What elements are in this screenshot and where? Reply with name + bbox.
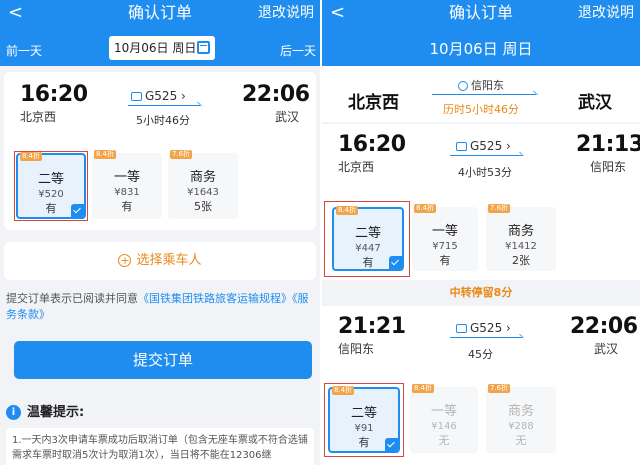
plus-circle-icon: + xyxy=(118,254,132,267)
seat-availability: 无 xyxy=(438,434,450,447)
seat-name: 一等 xyxy=(113,170,140,185)
tips-heading: i 温馨提示: xyxy=(6,401,84,420)
seat-price: ¥715 xyxy=(432,241,458,252)
seat-price: ¥1643 xyxy=(187,187,219,198)
train-number-text: G525 › xyxy=(145,89,186,103)
seat-availability: 有 xyxy=(439,254,451,267)
transfer-icon xyxy=(458,81,468,91)
seat-option-first[interactable]: 8.4折 一等 ¥715 有 xyxy=(412,204,478,271)
train-number[interactable]: G525 › xyxy=(131,89,186,103)
seat-availability: 5张 xyxy=(194,200,212,213)
train-icon xyxy=(456,324,467,333)
arrive-station: 武汉 xyxy=(594,342,619,356)
depart-time: 16:20 xyxy=(338,132,406,157)
duration: 4小时53分 xyxy=(458,166,512,179)
destination-station: 武汉 xyxy=(578,93,612,113)
seat-price: ¥146 xyxy=(431,421,457,432)
transfer-station-text: 信阳东 xyxy=(471,79,504,92)
train-icon xyxy=(131,92,142,101)
tips-title: 温馨提示: xyxy=(27,405,85,420)
train-card: 16:20 北京西 G525 › 5小时46分 22:06 武汉 8.4折 二等… xyxy=(4,72,316,230)
train-icon xyxy=(456,142,467,151)
info-icon: i xyxy=(6,405,21,420)
duration: 5小时46分 xyxy=(136,114,190,127)
arrive-station: 信阳东 xyxy=(590,160,627,174)
seat-name: 商务 xyxy=(189,170,216,185)
transfer-stop-label: 中转停留8分 xyxy=(449,286,513,299)
seat-availability: 有 xyxy=(121,200,133,213)
refund-rules-link[interactable]: 退改说明 xyxy=(578,3,634,23)
right-screenshot: < 确认订单 退改说明 10月06日 周日 北京西 信阳东 历时5小时46分 武… xyxy=(322,0,640,465)
discount-badge: 7.6折 xyxy=(170,150,193,159)
select-passenger-label: 选择乘车人 xyxy=(136,253,202,268)
date-picker[interactable]: 10月06日 周日 xyxy=(109,36,215,60)
train-number[interactable]: G525 › xyxy=(456,139,511,153)
seat-price: ¥1412 xyxy=(505,241,537,252)
seat-price: ¥288 xyxy=(508,421,534,432)
segment-1-card: 16:20 北京西 G525 › 4小时53分 21:13 信阳东 8.4折 二… xyxy=(322,124,640,280)
seat-name: 商务 xyxy=(507,404,534,419)
regulation-link[interactable]: 《国铁集团铁路旅客运输规程》 xyxy=(138,292,292,305)
arrive-time: 21:13 xyxy=(576,132,640,157)
date-text: 10月06日 周日 xyxy=(114,41,197,55)
calendar-icon xyxy=(197,41,210,54)
seat-option-business[interactable]: 7.6折 商务 ¥1412 2张 xyxy=(486,204,556,271)
header-bar: < 确认订单 退改说明 前一天 10月06日 周日 后一天 xyxy=(0,0,320,66)
train-number-text: G525 › xyxy=(470,139,511,153)
route-arrow xyxy=(450,155,522,156)
highlight-box xyxy=(324,383,404,457)
arrive-time: 22:06 xyxy=(242,82,310,107)
segment-2-card: 21:21 信阳东 G525 › 45分 22:06 武汉 8.4折 二等 ¥9… xyxy=(322,306,640,465)
depart-station: 北京西 xyxy=(20,110,57,124)
seat-option-business[interactable]: 7.6折 商务 ¥1643 5张 xyxy=(168,150,238,219)
seat-availability: 无 xyxy=(515,434,527,447)
tips-text: 1.一天内3次申请车票成功后取消订单（包含无座车票或不符合选铺需求车票时取消5次… xyxy=(6,428,314,465)
next-day-button[interactable]: 后一天 xyxy=(280,42,316,59)
agreement-prefix: 提交订单表示已阅读并同意 xyxy=(6,292,138,305)
route-arrow xyxy=(450,337,522,338)
train-number-text: G525 › xyxy=(470,321,511,335)
seat-price: ¥831 xyxy=(114,187,140,198)
discount-badge: 8.4折 xyxy=(412,384,435,393)
seat-option-first[interactable]: 8.4折 一等 ¥831 有 xyxy=(92,150,162,219)
seat-option-first[interactable]: 8.4折 一等 ¥146 无 xyxy=(410,384,478,453)
refund-rules-link[interactable]: 退改说明 xyxy=(258,3,314,23)
route-arrow xyxy=(128,105,200,106)
highlight-box xyxy=(324,201,410,277)
train-number[interactable]: G525 › xyxy=(456,321,511,335)
discount-badge: 8.4折 xyxy=(414,204,437,213)
date-text[interactable]: 10月06日 周日 xyxy=(322,38,640,59)
depart-time: 16:20 xyxy=(20,82,88,107)
depart-time: 21:21 xyxy=(338,314,406,339)
seat-name: 一等 xyxy=(430,404,457,419)
route-summary: 北京西 信阳东 历时5小时46分 武汉 xyxy=(322,66,640,122)
left-screenshot: < 确认订单 退改说明 前一天 10月06日 周日 后一天 16:20 北京西 … xyxy=(0,0,320,465)
seat-name: 一等 xyxy=(431,224,458,239)
depart-station: 北京西 xyxy=(338,160,375,174)
prev-day-button[interactable]: 前一天 xyxy=(6,42,42,59)
submit-order-button[interactable]: 提交订单 xyxy=(14,341,312,379)
duration: 45分 xyxy=(468,348,493,361)
seat-availability: 2张 xyxy=(512,254,530,267)
select-passenger-button[interactable]: + 选择乘车人 xyxy=(4,242,316,280)
highlight-box xyxy=(14,151,88,221)
route-arrow xyxy=(432,94,536,95)
header-bar: < 确认订单 退改说明 10月06日 周日 xyxy=(322,0,640,66)
discount-badge: 7.6折 xyxy=(488,384,511,393)
arrive-time: 22:06 xyxy=(570,314,638,339)
seat-option-business[interactable]: 7.6折 商务 ¥288 无 xyxy=(486,384,556,453)
seat-name: 商务 xyxy=(507,224,534,239)
discount-badge: 7.6折 xyxy=(488,204,511,213)
agreement-notice: 提交订单表示已阅读并同意《国铁集团铁路旅客运输规程》《服务条款》 xyxy=(6,291,314,323)
discount-badge: 8.4折 xyxy=(94,150,117,159)
depart-station: 信阳东 xyxy=(338,342,375,356)
arrive-station: 武汉 xyxy=(275,110,300,124)
